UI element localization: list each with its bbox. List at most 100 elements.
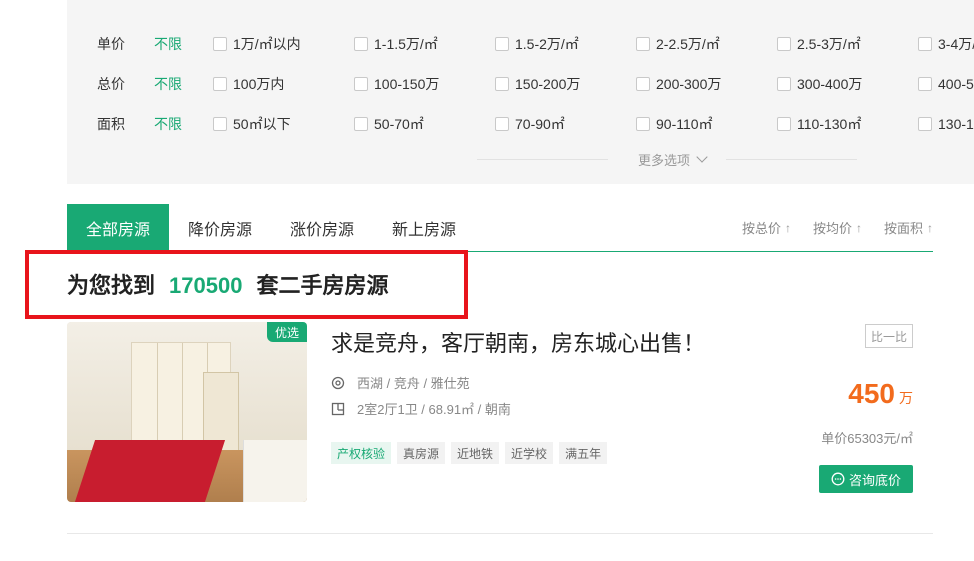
arrow-up-icon: ↑ — [855, 220, 862, 235]
checkbox[interactable] — [354, 37, 368, 51]
filter-option[interactable]: 50㎡以下 — [213, 114, 291, 134]
option-label: 200-300万 — [656, 76, 722, 92]
checkbox[interactable] — [213, 37, 227, 51]
option-label: 300-400万 — [797, 76, 863, 92]
filter-unlimited[interactable]: 不限 — [154, 34, 212, 54]
listing-layout: 2室2厅1卫 / 68.91㎡ / 朝南 — [331, 399, 511, 418]
filter-option[interactable]: 300-400万 — [777, 74, 862, 94]
filter-option[interactable]: 200-300万 — [636, 74, 721, 94]
checkbox[interactable] — [918, 77, 932, 91]
filter-option[interactable]: 2.5-3万/㎡ — [777, 34, 861, 54]
arrow-up-icon: ↑ — [927, 220, 933, 235]
consult-price-button[interactable]: 咨询底价 — [819, 465, 913, 493]
tab-all[interactable]: 全部房源 — [67, 204, 169, 251]
chat-icon — [831, 472, 845, 486]
filter-option[interactable]: 1万/㎡以内 — [213, 34, 301, 54]
filter-unlimited[interactable]: 不限 — [154, 74, 212, 94]
filter-option[interactable]: 2-2.5万/㎡ — [636, 34, 720, 54]
filter-option[interactable]: 130-150㎡ — [918, 114, 974, 134]
sort-options: 按总价 ↑ 按均价 ↑ 按面积 ↑ — [720, 204, 933, 251]
listing-title[interactable]: 求是竞舟，客厅朝南，房东城心出售！ — [331, 326, 705, 358]
featured-badge: 优选 — [267, 322, 307, 342]
unit-price: 单价65303元/㎡ — [821, 431, 913, 446]
checkbox[interactable] — [354, 117, 368, 131]
arrow-up-icon: ↑ — [784, 220, 791, 235]
price-value: 450 — [848, 378, 895, 409]
filter-option[interactable]: 400-500万 — [918, 74, 974, 94]
option-label: 1.5-2万/㎡ — [515, 36, 579, 52]
option-label: 400-500万 — [938, 76, 974, 92]
tag: 真房源 — [397, 442, 446, 464]
checkbox[interactable] — [495, 117, 509, 131]
tag: 产权核验 — [331, 442, 392, 464]
filter-option[interactable]: 70-90㎡ — [495, 114, 565, 134]
checkbox[interactable] — [495, 77, 509, 91]
floorplan-icon — [331, 402, 345, 415]
listing-tabs: 全部房源 降价房源 涨价房源 新上房源 按总价 ↑ 按均价 ↑ 按面积 ↑ — [67, 204, 933, 252]
option-label: 100-150万 — [374, 76, 440, 92]
option-label: 50㎡以下 — [233, 116, 291, 132]
filter-option[interactable]: 100万内 — [213, 74, 284, 94]
filter-option[interactable]: 90-110㎡ — [636, 114, 713, 134]
checkbox[interactable] — [213, 77, 227, 91]
sort-unit-price[interactable]: 按均价 ↑ — [813, 218, 862, 237]
checkbox[interactable] — [777, 117, 791, 131]
filter-option[interactable]: 3-4万/㎡ — [918, 34, 974, 54]
checkbox[interactable] — [636, 117, 650, 131]
more-options-button[interactable]: 更多选项 — [638, 150, 708, 169]
filter-option[interactable]: 110-130㎡ — [777, 114, 861, 134]
sort-label: 按总价 — [741, 221, 781, 236]
option-label: 1万/㎡以内 — [233, 36, 301, 52]
total-price: 450 万 — [848, 378, 913, 410]
option-label: 50-70㎡ — [374, 116, 424, 132]
more-options: 更多选项 — [477, 150, 858, 169]
tab-new[interactable]: 新上房源 — [373, 204, 475, 251]
result-number: 170500 — [169, 273, 243, 298]
photo-desk — [243, 440, 307, 502]
checkbox[interactable] — [636, 77, 650, 91]
option-label: 2-2.5万/㎡ — [656, 36, 720, 52]
price-unit: 万 — [899, 390, 913, 406]
filter-panel: 单价 不限 1万/㎡以内 1-1.5万/㎡ 1.5-2万/㎡ 2-2.5万/㎡ … — [67, 0, 974, 184]
checkbox[interactable] — [636, 37, 650, 51]
tab-price-rise[interactable]: 涨价房源 — [271, 204, 373, 251]
checkbox[interactable] — [777, 77, 791, 91]
filter-option[interactable]: 1.5-2万/㎡ — [495, 34, 579, 54]
checkbox[interactable] — [495, 37, 509, 51]
filter-option[interactable]: 150-200万 — [495, 74, 580, 94]
listing-photo[interactable]: 优选 — [67, 322, 307, 502]
divider — [726, 158, 858, 160]
sort-area[interactable]: 按面积 ↑ — [884, 218, 933, 237]
option-label: 130-150㎡ — [938, 116, 974, 132]
result-prefix: 为您找到 — [67, 273, 156, 298]
checkbox[interactable] — [918, 117, 932, 131]
checkbox[interactable] — [777, 37, 791, 51]
sort-total-price[interactable]: 按总价 ↑ — [742, 218, 791, 237]
filter-row-area: 面积 不限 — [97, 114, 212, 134]
divider — [477, 158, 608, 160]
result-count: 为您找到 170500 套二手房房源 — [67, 268, 388, 300]
tab-price-drop[interactable]: 降价房源 — [169, 204, 271, 251]
filter-unlimited[interactable]: 不限 — [154, 114, 212, 134]
option-label: 1-1.5万/㎡ — [374, 36, 438, 52]
consult-label: 咨询底价 — [848, 472, 901, 488]
option-label: 3-4万/㎡ — [938, 36, 974, 52]
checkbox[interactable] — [354, 77, 368, 91]
location-icon — [331, 376, 345, 389]
more-options-label: 更多选项 — [638, 152, 691, 168]
photo-bed — [74, 440, 226, 502]
filter-label: 面积 — [97, 116, 125, 132]
filter-option[interactable]: 50-70㎡ — [354, 114, 424, 134]
checkbox[interactable] — [918, 37, 932, 51]
option-label: 70-90㎡ — [515, 116, 565, 132]
chevron-down-icon — [696, 151, 708, 163]
option-label: 90-110㎡ — [656, 116, 713, 132]
filter-option[interactable]: 100-150万 — [354, 74, 439, 94]
sort-label: 按均价 — [812, 221, 852, 236]
checkbox[interactable] — [213, 117, 227, 131]
location-text: 西湖 / 竞舟 / 雅仕苑 — [357, 376, 470, 391]
compare-button[interactable]: 比一比 — [865, 324, 913, 348]
listing-item[interactable]: 优选 求是竞舟，客厅朝南，房东城心出售！ 比一比 西湖 / 竞舟 / 雅仕苑 2… — [67, 322, 933, 534]
listing-tags: 产权核验 真房源 近地铁 近学校 满五年 — [331, 442, 613, 464]
filter-option[interactable]: 1-1.5万/㎡ — [354, 34, 438, 54]
